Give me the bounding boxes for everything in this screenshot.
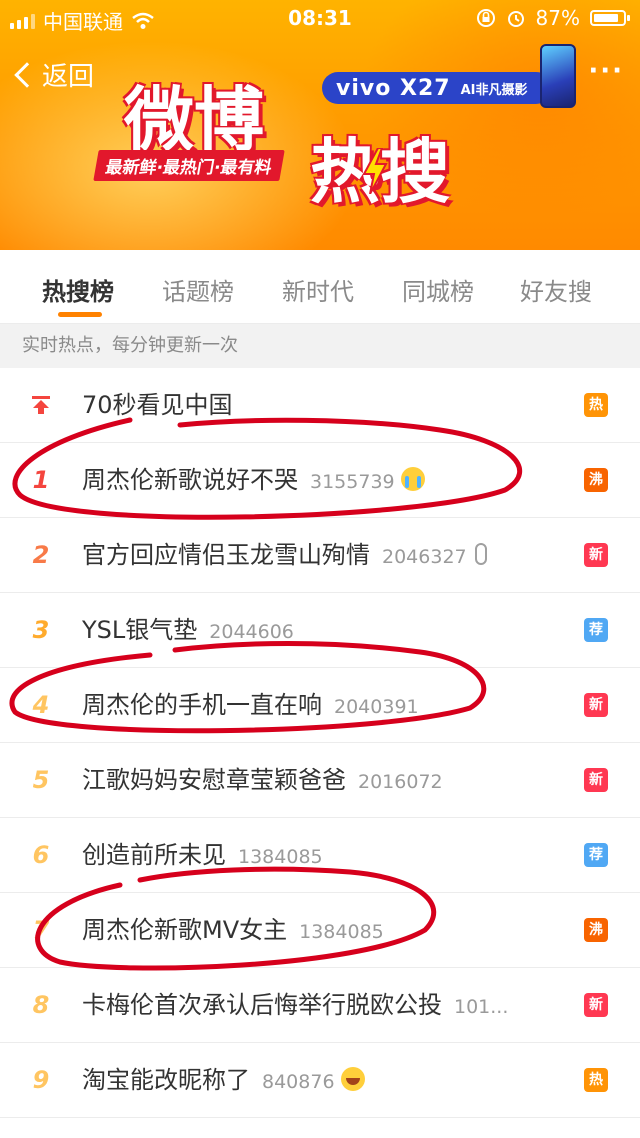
search-count: 101... — [454, 996, 509, 1018]
search-count: 2016072 — [358, 771, 443, 793]
search-count: 1384085 — [238, 846, 323, 868]
hot-search-banner: 中国联通 08:31 87% 返回 ··· vivo X27 AI非凡摄影 微博… — [0, 0, 640, 250]
rank-number: 2 — [32, 541, 50, 569]
list-item[interactable]: 4 周杰伦的手机一直在响 2040391 新 — [0, 668, 640, 743]
tab-bar: 热搜榜 话题榜 新时代 同城榜 好友搜 — [0, 250, 640, 324]
rank-number: 1 — [32, 466, 50, 494]
list-item[interactable]: 8 卡梅伦首次承认后悔举行脱欧公投 101... 新 — [0, 968, 640, 1043]
search-count: 2040391 — [334, 696, 419, 718]
item-title-line: 官方回应情侣玉龙雪山殉情 2046327 — [82, 518, 487, 593]
chevron-left-icon — [14, 61, 40, 88]
battery-fill — [594, 14, 618, 22]
item-title-line: 周杰伦的手机一直在响 2040391 — [82, 668, 419, 743]
search-count: 2046327 — [382, 546, 467, 568]
item-title: 周杰伦新歌说好不哭 — [82, 466, 298, 494]
rank-number: 7 — [32, 916, 50, 944]
item-title-line: 淘宝能改昵称了 840876 — [82, 1043, 365, 1118]
status-badge: 新 — [584, 993, 608, 1017]
status-badge: 热 — [584, 1068, 608, 1092]
item-title: 淘宝能改昵称了 — [82, 1066, 250, 1094]
item-title: 官方回应情侣玉龙雪山殉情 — [82, 541, 370, 569]
rank-number: 5 — [32, 766, 50, 794]
item-title-line: 周杰伦新歌说好不哭 3155739 — [82, 443, 425, 518]
tab-topics[interactable]: 话题榜 — [162, 272, 234, 307]
list-item[interactable]: 7 周杰伦新歌MV女主 1384085 沸 — [0, 893, 640, 968]
phone-image — [540, 44, 576, 108]
pinned-top-icon — [32, 396, 50, 414]
status-badge: 荐 — [584, 843, 608, 867]
list-item[interactable]: 70秒看见中国 热 — [0, 368, 640, 443]
laughing-face-icon — [340, 1067, 365, 1091]
item-title-line: 卡梅伦首次承认后悔举行脱欧公投 101... — [82, 968, 508, 1043]
rank-number: 6 — [32, 841, 50, 869]
search-count: 3155739 — [310, 471, 395, 493]
status-badge: 新 — [584, 768, 608, 792]
item-title-line: 创造前所未见 1384085 — [82, 818, 323, 893]
status-badge: 沸 — [584, 918, 608, 942]
back-label: 返回 — [42, 62, 95, 92]
weibo-hot-search-page: 中国联通 08:31 87% 返回 ··· vivo X27 AI非凡摄影 微博… — [0, 0, 640, 1138]
item-title-line: 江歌妈妈安慰章莹颖爸爸 2016072 — [82, 743, 443, 818]
more-button[interactable]: ··· — [588, 56, 624, 86]
item-title: 创造前所未见 — [82, 841, 226, 869]
rank-number: 3 — [32, 616, 50, 644]
active-tab-indicator — [58, 312, 102, 317]
rank-number: 9 — [32, 1066, 50, 1094]
list-item[interactable]: 5 江歌妈妈安慰章莹颖爸爸 2016072 新 — [0, 743, 640, 818]
list-item[interactable]: 1 周杰伦新歌说好不哭 3155739 沸 — [0, 443, 640, 518]
crying-face-icon — [400, 467, 425, 491]
status-badge: 热 — [584, 393, 608, 417]
hot-search-list: 70秒看见中国热 1 周杰伦新歌说好不哭 3155739 沸 2 官方回应情侣玉龙雪山殉情 2… — [0, 368, 640, 1118]
back-button[interactable]: 返回 — [14, 56, 95, 93]
banner-slogan: 最新鲜·最热门·最有料 — [93, 150, 285, 181]
item-title: 70秒看见中国 — [82, 391, 233, 419]
rank-number: 4 — [32, 691, 50, 719]
item-title-line: 70秒看见中国 — [82, 368, 233, 443]
item-title: 卡梅伦首次承认后悔举行脱欧公投 — [82, 991, 442, 1019]
microphone-icon — [474, 543, 487, 565]
list-subheader: 实时热点，每分钟更新一次 — [0, 324, 640, 368]
search-count: 840876 — [262, 1071, 335, 1093]
list-item[interactable]: 9 淘宝能改昵称了 840876 热 — [0, 1043, 640, 1118]
status-right: 87% — [476, 6, 630, 30]
status-badge: 荐 — [584, 618, 608, 642]
battery-percent: 87% — [535, 6, 580, 30]
tab-friends[interactable]: 好友搜 — [520, 272, 592, 307]
battery-icon — [590, 10, 630, 26]
rank-number: 8 — [32, 991, 50, 1019]
status-badge: 沸 — [584, 468, 608, 492]
status-badge: 新 — [584, 693, 608, 717]
list-item[interactable]: 3 YSL银气垫 2044606 荐 — [0, 593, 640, 668]
list-item[interactable]: 6 创造前所未见 1384085 荐 — [0, 818, 640, 893]
status-badge: 新 — [584, 543, 608, 567]
status-bar: 中国联通 08:31 87% — [0, 0, 640, 36]
search-count: 1384085 — [299, 921, 384, 943]
alarm-icon — [507, 11, 524, 27]
item-title: 周杰伦新歌MV女主 — [82, 916, 288, 944]
item-title-line: YSL银气垫 2044606 — [82, 593, 294, 668]
rotation-lock-icon — [476, 9, 495, 27]
tab-hot-search[interactable]: 热搜榜 — [42, 272, 114, 307]
lightning-icon — [362, 148, 388, 194]
list-item[interactable]: 2 官方回应情侣玉龙雪山殉情 2046327 新 — [0, 518, 640, 593]
search-count: 2044606 — [209, 621, 294, 643]
item-title-line: 周杰伦新歌MV女主 1384085 — [82, 893, 384, 968]
tab-new-era[interactable]: 新时代 — [282, 272, 354, 307]
item-title: 周杰伦的手机一直在响 — [82, 691, 322, 719]
item-title: YSL银气垫 — [82, 616, 198, 644]
item-title: 江歌妈妈安慰章莹颖爸爸 — [82, 766, 346, 794]
tab-local[interactable]: 同城榜 — [402, 272, 474, 307]
